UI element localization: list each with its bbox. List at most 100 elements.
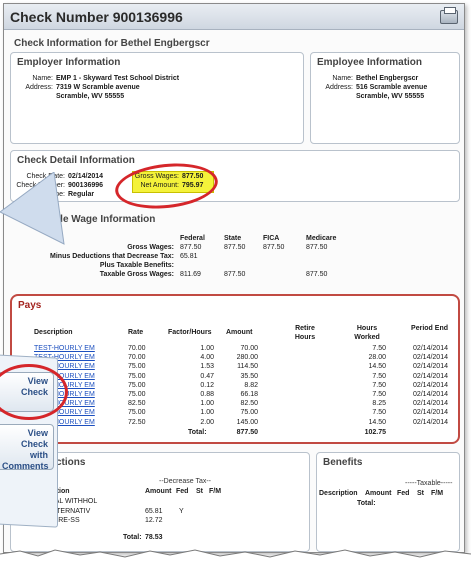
pay-hours: 28.00 [368, 354, 386, 362]
view-comments-line3: Comments [2, 461, 49, 471]
pay-amount: 35.50 [240, 372, 258, 380]
pay-amount: 8.82 [244, 381, 258, 389]
pay-amount: 70.00 [240, 345, 258, 352]
pay-period: 02/14/2014 [412, 409, 448, 417]
ben-col-fm: F/M [431, 490, 444, 497]
pay-hours: 7.50 [372, 372, 386, 380]
employee-section: Employee Information Name: Bethel Engber… [310, 52, 460, 144]
pay-factor: 1.00 [200, 345, 214, 352]
title-bar: Check Number 900136996 [4, 4, 464, 30]
table-row: TEST-HOURLY EM 75.00 1.00 75.00 7.50 02/14/20… [12, 408, 458, 417]
window-title: Check Number 900136996 [10, 8, 183, 25]
employee-name: Bethel Engbergscr [356, 75, 419, 82]
employee-address-label: Address: [325, 84, 353, 91]
ded-col-st: St [196, 488, 203, 495]
taxable-cell: 877.50 [180, 244, 202, 251]
pays-col-hours: Hours Worked [354, 325, 380, 341]
pay-description-link[interactable]: TEST-HOURLY EM [34, 344, 95, 353]
pay-amount: 280.00 [236, 354, 258, 362]
table-row: TEST-HOURLY EM 70.00 4.00 280.00 28.00 02/14/… [12, 353, 458, 362]
pay-period: 02/14/2014 [412, 418, 448, 426]
ben-col-desc: Description [319, 490, 358, 497]
taxable-col-header: State [224, 235, 242, 242]
pay-factor: 4.00 [200, 354, 214, 362]
pay-hours: 7.50 [372, 381, 386, 389]
view-comments-line1: View [27, 428, 48, 438]
pay-period: 02/14/2014 [412, 354, 448, 362]
pays-total-label: Total: [188, 428, 207, 436]
deduction-amount: 65.81 [145, 507, 163, 515]
employer-name: EMP 1 - Skyward Test School District [56, 75, 180, 82]
taxable-cell: 877.50 [263, 244, 285, 251]
taxable-col-header: Medicare [306, 235, 337, 242]
pay-period: 02/14/2014 [412, 391, 448, 398]
taxable-cell: 811.69 [180, 271, 201, 278]
pay-factor: 0.47 [200, 372, 214, 380]
table-row: TEST-HOURLY EM 72.50 2.00 145.00 14.50 02/14/… [12, 418, 458, 427]
taxable-row-label: Taxable Gross Wages: [99, 271, 174, 278]
table-row: TEST-HOURLY EM 70.00 1.00 70.00 7.50 02/14/20… [12, 344, 458, 353]
taxable-wage-section: Taxable Wage Information Federal State FIC… [10, 210, 460, 288]
ben-total-label: Total: [357, 500, 376, 507]
ded-total: 78.53 [145, 534, 163, 541]
deduction-fed: Y [179, 507, 184, 515]
taxable-col-header: FICA [263, 235, 280, 242]
ben-col-amount: Amount [365, 490, 392, 497]
ded-col-fed: Fed [176, 488, 189, 495]
pay-rate: 70.00 [128, 354, 146, 362]
pays-heading: Pays [18, 300, 42, 311]
pay-amount: 66.18 [240, 391, 258, 398]
pay-amount: 75.00 [240, 409, 258, 417]
pay-rate: 75.00 [128, 391, 146, 398]
pay-period: 02/14/2014 [412, 363, 448, 371]
callout-pointer [0, 172, 65, 245]
pay-rate: 75.00 [128, 363, 146, 371]
torn-edge [0, 549, 471, 565]
employer-address1: 7319 W Scramble avenue [56, 84, 140, 91]
pay-factor: 1.00 [200, 400, 214, 408]
check-date: 02/14/2014 [68, 173, 104, 180]
pays-col-description: Description [34, 329, 73, 336]
ded-col-fm: F/M [209, 488, 222, 495]
employer-address2: Scramble, WV 55555 [56, 93, 125, 100]
ben-col-fed: Fed [397, 490, 410, 497]
pay-amount: 114.50 [237, 363, 258, 371]
employee-heading: Employee Information [317, 57, 423, 68]
deduction-amount: 12.72 [145, 517, 163, 524]
print-icon[interactable] [440, 6, 458, 24]
pay-factor: 1.00 [200, 409, 214, 417]
view-comments-line2: Check with [20, 439, 48, 460]
pays-col-amount: Amount [226, 329, 253, 336]
employee-address2: Scramble, WV 55555 [356, 93, 425, 100]
pay-rate: 75.00 [128, 372, 146, 380]
pay-factor: 2.00 [200, 418, 214, 426]
taxable-wage-heading: Taxable Wage Information [32, 214, 156, 225]
taxable-cell: 877.50 [224, 271, 246, 278]
pays-col-factor: Factor/Hours [168, 329, 212, 336]
pays-col-period: Period End [411, 325, 448, 332]
check-detail-heading: Check Detail Information [17, 155, 135, 166]
view-check-comments-button[interactable]: View Check with Comments [0, 424, 54, 471]
pay-rate: 82.50 [128, 400, 146, 408]
pay-hours: 7.50 [372, 391, 386, 398]
table-row: TEST-HOURLY EM 75.00 0.47 35.50 7.50 02/14/20… [12, 372, 458, 381]
pay-hours: 8.25 [372, 400, 386, 408]
benefits-heading: Benefits [323, 457, 363, 468]
taxable-cell: 877.50 [224, 244, 246, 251]
taxable-row-label: Plus Taxable Benefits: [99, 262, 174, 269]
table-row: TEST-HOURLY EM 82.50 1.00 82.50 8.25 02/14/20… [12, 399, 458, 408]
pay-hours: 7.50 [372, 409, 386, 417]
table-row: TEST-HOURLY EM 75.00 1.53 114.50 14.50 02/14/… [12, 362, 458, 371]
pays-col-rate: Rate [128, 329, 144, 336]
pays-total-amount: 877.50 [236, 428, 258, 436]
pay-rate: 75.00 [128, 409, 146, 417]
decrease-tax-label: --Decrease Tax-- [159, 478, 211, 485]
pay-rate: 75.00 [128, 381, 146, 389]
taxable-col-header: Federal [180, 235, 205, 242]
pay-factor: 0.88 [200, 391, 214, 398]
check-info-heading: Check Information for Bethel Engbergscr [14, 38, 210, 49]
pay-rate: 72.50 [128, 418, 146, 426]
ded-col-amount: Amount [145, 488, 172, 495]
taxable-cell: 65.81 [180, 253, 198, 260]
pay-amount: 82.50 [240, 400, 258, 408]
